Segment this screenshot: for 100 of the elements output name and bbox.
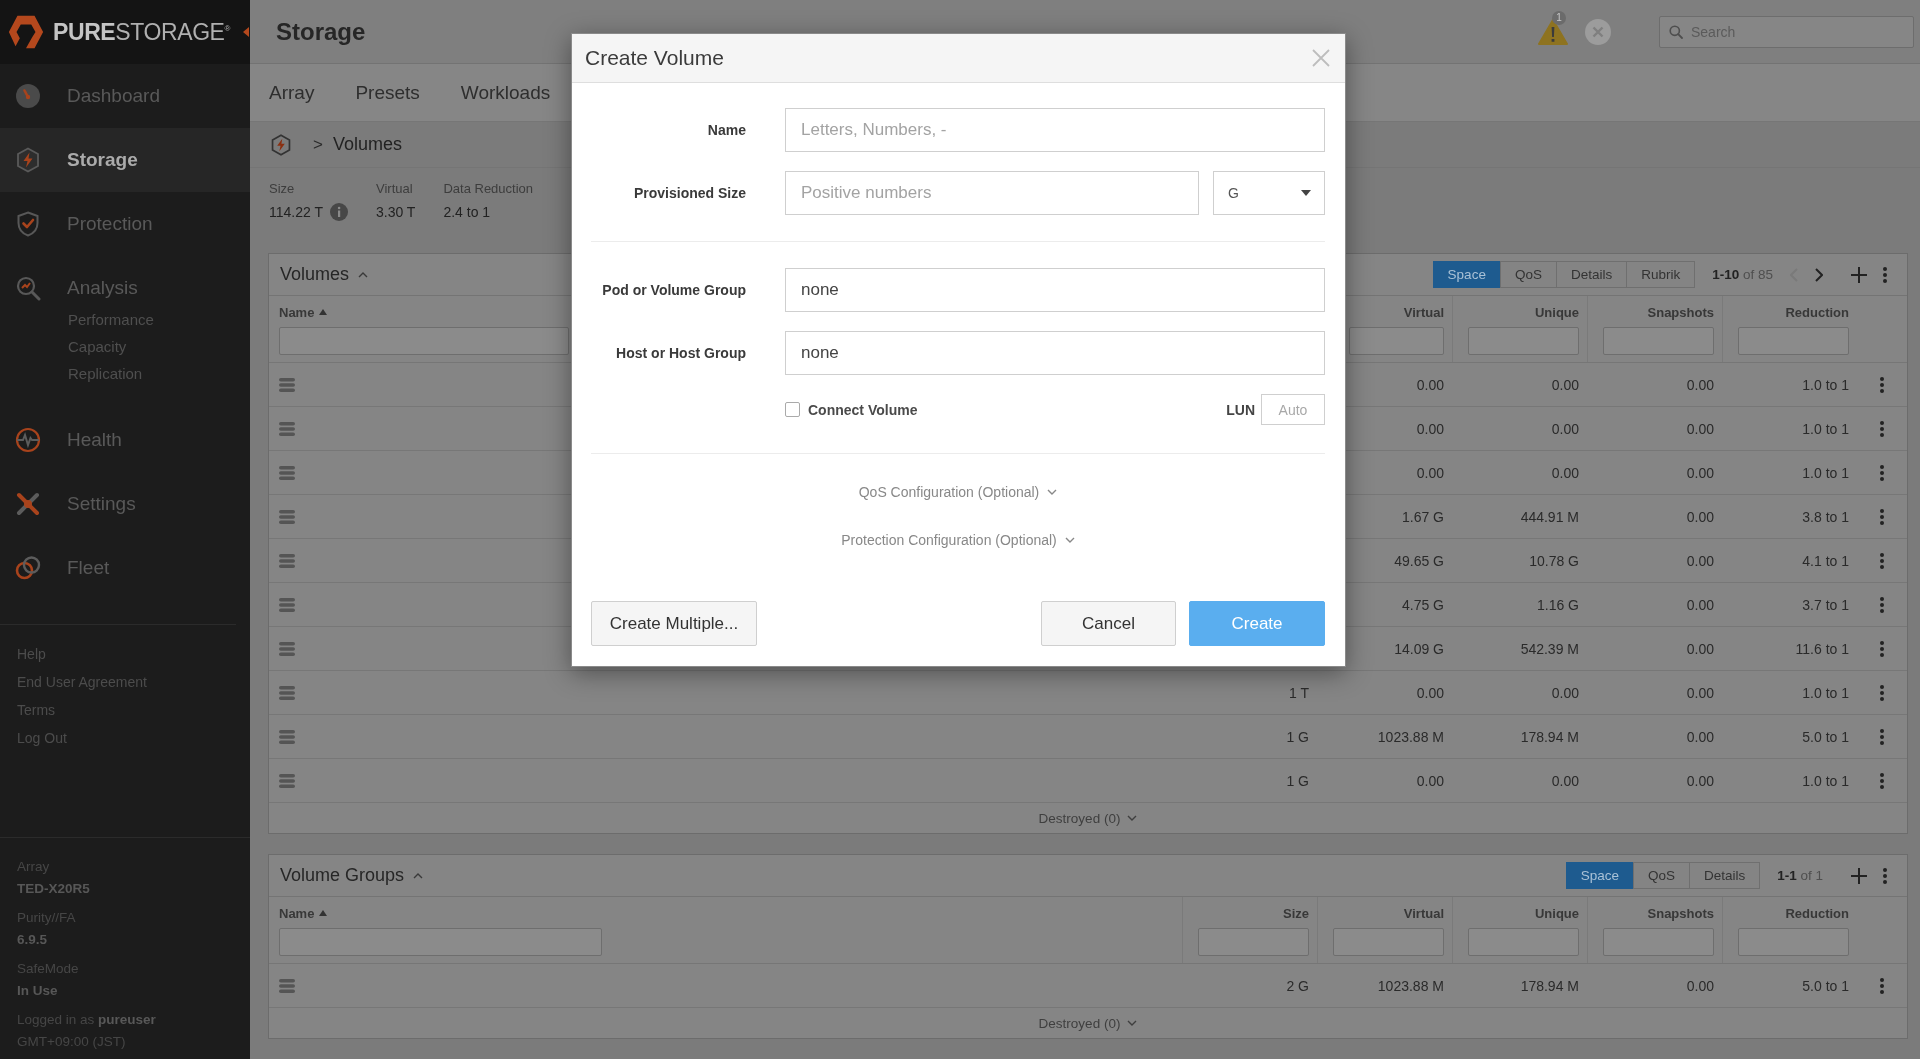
column-header[interactable]: Reduction: [1785, 905, 1849, 921]
checkbox-label[interactable]: Connect Volume: [808, 401, 918, 418]
column-header[interactable]: Virtual: [1403, 304, 1444, 320]
filter-input[interactable]: [279, 928, 602, 956]
nav-item[interactable]: Storage: [67, 149, 138, 171]
create-multiple-button[interactable]: Create Multiple...: [591, 601, 757, 646]
filter-input[interactable]: [1738, 928, 1849, 956]
column-header[interactable]: Snapshots: [1647, 304, 1714, 320]
table-cell: 5.0 to 1: [1802, 977, 1849, 994]
kebab-menu-icon[interactable]: [1880, 552, 1884, 569]
table-cell: 1.0 to 1: [1802, 376, 1849, 393]
kebab-menu-icon[interactable]: [1880, 977, 1884, 994]
nav-item[interactable]: Fleet: [67, 557, 110, 579]
nav-item[interactable]: Settings: [67, 493, 136, 515]
section-toggle[interactable]: Protection Configuration (Optional): [841, 530, 1075, 550]
view-tab[interactable]: QoS: [1632, 862, 1690, 889]
kebab-menu-icon[interactable]: [1880, 508, 1884, 525]
filter-input[interactable]: [1349, 327, 1444, 355]
filter-input[interactable]: [1738, 327, 1849, 355]
nav-item[interactable]: Health: [67, 429, 122, 451]
destroyed-toggle[interactable]: Destroyed (0): [1038, 810, 1138, 826]
filter-input[interactable]: [1603, 327, 1714, 355]
lun-input[interactable]: Auto: [1261, 394, 1325, 425]
hexagon-bolt-icon[interactable]: [270, 133, 292, 156]
section-toggle[interactable]: QoS Configuration (Optional): [858, 482, 1058, 502]
column-header[interactable]: Snapshots: [1647, 905, 1714, 921]
nav-item[interactable]: Dashboard: [67, 85, 160, 107]
chevron-down-icon[interactable]: [1047, 489, 1058, 495]
disk-stack-icon: [279, 377, 295, 392]
filter-input[interactable]: [1333, 928, 1444, 956]
table-cell: 178.94 M: [1520, 977, 1579, 994]
kebab-menu-icon[interactable]: [1880, 596, 1884, 613]
view-tab[interactable]: Space: [1565, 862, 1634, 889]
column-header[interactable]: Name: [279, 304, 315, 320]
view-tab[interactable]: Rubrik: [1626, 261, 1696, 288]
kebab-menu-icon[interactable]: [1880, 464, 1884, 481]
sort-ascending-icon[interactable]: [319, 910, 328, 916]
filter-input[interactable]: [1603, 928, 1714, 956]
sort-ascending-icon[interactable]: [319, 309, 328, 315]
kebab-menu-icon[interactable]: [1883, 266, 1887, 283]
filter-input[interactable]: [1198, 928, 1309, 956]
filter-input[interactable]: [1468, 327, 1579, 355]
chevron-down-icon[interactable]: [1127, 815, 1138, 821]
table-cell: 1.0 to 1: [1802, 464, 1849, 481]
view-tab[interactable]: QoS: [1499, 261, 1557, 288]
table-cell: 0.00: [1686, 977, 1714, 994]
kebab-menu-icon[interactable]: [1880, 420, 1884, 437]
stat-value: 114.22 T: [269, 203, 323, 221]
kebab-menu-icon[interactable]: [1880, 376, 1884, 393]
create-button[interactable]: Create: [1189, 601, 1325, 646]
tab[interactable]: Array: [269, 74, 315, 111]
kebab-menu-icon[interactable]: [1880, 772, 1884, 789]
name-input[interactable]: Letters, Numbers, -: [785, 108, 1325, 152]
field-label: Pod or Volume Group: [602, 282, 746, 298]
table-cell: 2 G: [1286, 977, 1309, 994]
plus-icon[interactable]: [1851, 266, 1867, 283]
kebab-menu-icon[interactable]: [1883, 867, 1887, 884]
close-icon[interactable]: [1312, 49, 1330, 67]
table-cell: 0.00: [1686, 508, 1714, 525]
chevron-right-icon[interactable]: [1815, 267, 1823, 282]
chevron-down-icon[interactable]: [1064, 537, 1075, 543]
cancel-button[interactable]: Cancel: [1041, 601, 1176, 646]
tab[interactable]: Presets: [355, 74, 420, 111]
destroyed-toggle[interactable]: Destroyed (0): [1038, 1015, 1138, 1031]
view-tab[interactable]: Details: [1555, 261, 1628, 288]
text-input[interactable]: none: [785, 268, 1325, 312]
shield-check-icon: [15, 211, 41, 237]
unit-select[interactable]: G: [1213, 171, 1325, 215]
plus-icon[interactable]: [1851, 867, 1867, 884]
table-cell: 0.00: [1686, 684, 1714, 701]
table-cell: 49.65 G: [1394, 552, 1444, 569]
table-cell: 0.00: [1416, 772, 1444, 789]
view-tab[interactable]: Details: [1688, 862, 1761, 889]
view-tab[interactable]: Space: [1432, 261, 1501, 288]
text-input[interactable]: none: [785, 331, 1325, 375]
nav-item[interactable]: Analysis: [67, 277, 138, 299]
column-header[interactable]: Unique: [1534, 905, 1579, 921]
nav-item[interactable]: Protection: [67, 213, 153, 235]
kebab-menu-icon[interactable]: [1880, 728, 1884, 745]
disk-stack-icon: [279, 978, 295, 993]
size-input[interactable]: Positive numbers: [785, 171, 1199, 215]
info-icon[interactable]: [330, 203, 348, 221]
filter-input[interactable]: [1468, 928, 1579, 956]
chevron-down-icon[interactable]: [1127, 1020, 1138, 1026]
column-header[interactable]: Name: [279, 905, 315, 921]
column-header[interactable]: Virtual: [1403, 905, 1444, 921]
checkbox[interactable]: [785, 402, 800, 417]
table-cell: 1.0 to 1: [1802, 420, 1849, 437]
table-cell: 0.00: [1686, 640, 1714, 657]
tab[interactable]: Workloads: [460, 74, 551, 111]
kebab-menu-icon[interactable]: [1880, 640, 1884, 657]
column-header[interactable]: Unique: [1534, 304, 1579, 320]
kebab-menu-icon[interactable]: [1880, 684, 1884, 701]
dialog-title: Create Volume: [585, 46, 724, 70]
chevron-up-icon[interactable]: [413, 872, 424, 879]
column-header[interactable]: Reduction: [1785, 304, 1849, 320]
table-cell: 0.00: [1416, 464, 1444, 481]
column-header[interactable]: Size: [1283, 905, 1309, 921]
filter-input[interactable]: [279, 327, 569, 355]
chevron-up-icon[interactable]: [358, 271, 369, 278]
